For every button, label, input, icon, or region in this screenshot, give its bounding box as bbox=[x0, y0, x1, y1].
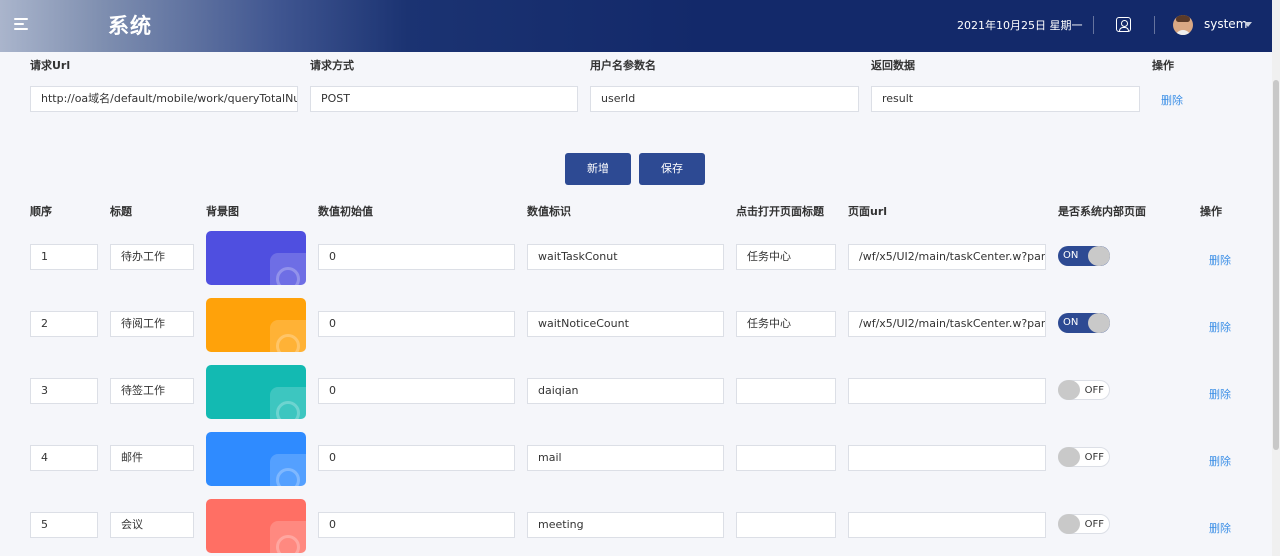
page-title: 系统 bbox=[108, 14, 152, 38]
col-page-title: 点击打开页面标题 bbox=[736, 205, 824, 218]
title-input[interactable]: 待办工作 bbox=[110, 244, 194, 270]
identifier-input[interactable]: meeting bbox=[527, 512, 724, 538]
internal-page-toggle[interactable]: ON bbox=[1058, 313, 1110, 333]
username-param-input[interactable]: userId bbox=[590, 86, 859, 112]
save-button[interactable]: 保存 bbox=[639, 153, 705, 185]
internal-page-toggle[interactable]: OFF bbox=[1058, 380, 1110, 400]
page-title-input[interactable]: 任务中心 bbox=[736, 311, 836, 337]
header-username-param: 用户名参数名 bbox=[590, 59, 656, 72]
title-input[interactable]: 会议 bbox=[110, 512, 194, 538]
page-url-input[interactable] bbox=[848, 378, 1046, 404]
init-value-input[interactable]: 0 bbox=[318, 311, 515, 337]
scrollbar[interactable] bbox=[1272, 0, 1280, 556]
chevron-down-icon[interactable] bbox=[1244, 22, 1252, 27]
return-data-input[interactable]: result bbox=[871, 86, 1140, 112]
col-identifier: 数值标识 bbox=[527, 205, 571, 218]
init-value-input[interactable]: 0 bbox=[318, 445, 515, 471]
page-url-input[interactable]: /wf/x5/UI2/main/taskCenter.w?params=1 bbox=[848, 244, 1046, 270]
page-title-input[interactable] bbox=[736, 512, 836, 538]
col-internal-page: 是否系统内部页面 bbox=[1058, 205, 1146, 218]
row-delete-link[interactable]: 删除 bbox=[1209, 386, 1231, 402]
order-input[interactable]: 5 bbox=[30, 512, 98, 538]
delete-link[interactable]: 删除 bbox=[1161, 92, 1183, 108]
request-method-input[interactable]: POST bbox=[310, 86, 578, 112]
row-delete-link[interactable]: 删除 bbox=[1209, 453, 1231, 469]
identifier-input[interactable]: daiqian bbox=[527, 378, 724, 404]
scroll-thumb[interactable] bbox=[1273, 80, 1279, 450]
page-title-input[interactable]: 任务中心 bbox=[736, 244, 836, 270]
page-title-input[interactable] bbox=[736, 445, 836, 471]
header-request-method: 请求方式 bbox=[310, 59, 354, 72]
order-input[interactable]: 1 bbox=[30, 244, 98, 270]
order-input[interactable]: 4 bbox=[30, 445, 98, 471]
background-image-tile[interactable] bbox=[206, 499, 306, 553]
order-input[interactable]: 3 bbox=[30, 378, 98, 404]
background-image-tile[interactable] bbox=[206, 432, 306, 486]
header-divider bbox=[1154, 16, 1155, 34]
header-request-url: 请求Url bbox=[30, 59, 71, 72]
col-operation: 操作 bbox=[1200, 205, 1222, 218]
col-title: 标题 bbox=[110, 205, 132, 218]
date-display: 2021年10月25日 星期一 bbox=[957, 19, 1083, 32]
title-input[interactable]: 待签工作 bbox=[110, 378, 194, 404]
header-operation: 操作 bbox=[1152, 59, 1174, 72]
order-input[interactable]: 2 bbox=[30, 311, 98, 337]
internal-page-toggle[interactable]: ON bbox=[1058, 246, 1110, 266]
col-page-url: 页面url bbox=[848, 205, 888, 218]
header-divider bbox=[1093, 16, 1094, 34]
identifier-input[interactable]: waitTaskConut bbox=[527, 244, 724, 270]
init-value-input[interactable]: 0 bbox=[318, 244, 515, 270]
col-order: 顺序 bbox=[30, 205, 52, 218]
menu-icon[interactable] bbox=[14, 16, 32, 34]
request-url-input[interactable]: http://oa域名/default/mobile/work/queryTot… bbox=[30, 86, 298, 112]
page-url-input[interactable]: /wf/x5/UI2/main/taskCenter.w?params=2 bbox=[848, 311, 1046, 337]
row-delete-link[interactable]: 删除 bbox=[1209, 319, 1231, 335]
background-image-tile[interactable] bbox=[206, 231, 306, 285]
row-delete-link[interactable]: 删除 bbox=[1209, 520, 1231, 536]
title-input[interactable]: 待阅工作 bbox=[110, 311, 194, 337]
page-title-input[interactable] bbox=[736, 378, 836, 404]
internal-page-toggle[interactable]: OFF bbox=[1058, 514, 1110, 534]
username[interactable]: system bbox=[1204, 17, 1247, 31]
background-image-tile[interactable] bbox=[206, 365, 306, 419]
top-header: 系统 2021年10月25日 星期一 system bbox=[0, 0, 1272, 52]
init-value-input[interactable]: 0 bbox=[318, 378, 515, 404]
title-input[interactable]: 邮件 bbox=[110, 445, 194, 471]
identifier-input[interactable]: mail bbox=[527, 445, 724, 471]
contact-icon[interactable] bbox=[1116, 17, 1131, 32]
avatar[interactable] bbox=[1173, 15, 1193, 35]
col-init-value: 数值初始值 bbox=[318, 205, 373, 218]
col-background: 背景图 bbox=[206, 205, 239, 218]
background-image-tile[interactable] bbox=[206, 298, 306, 352]
header-return-data: 返回数据 bbox=[871, 59, 915, 72]
page-url-input[interactable] bbox=[848, 512, 1046, 538]
page-url-input[interactable] bbox=[848, 445, 1046, 471]
identifier-input[interactable]: waitNoticeCount bbox=[527, 311, 724, 337]
init-value-input[interactable]: 0 bbox=[318, 512, 515, 538]
internal-page-toggle[interactable]: OFF bbox=[1058, 447, 1110, 467]
row-delete-link[interactable]: 删除 bbox=[1209, 252, 1231, 268]
add-button[interactable]: 新增 bbox=[565, 153, 631, 185]
